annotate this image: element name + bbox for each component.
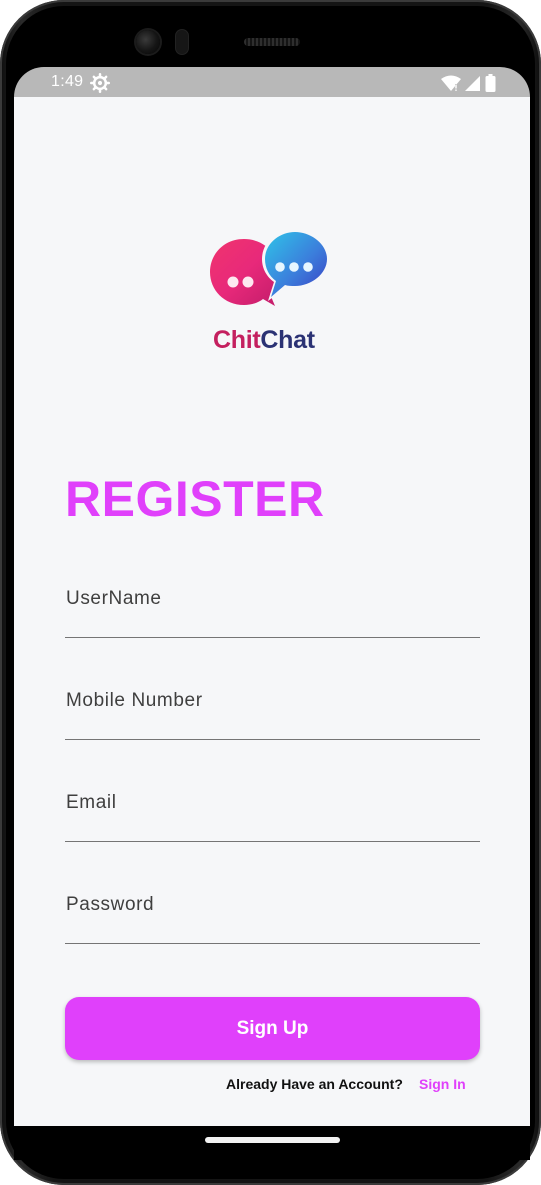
already-have-account-text: Already Have an Account?: [226, 1076, 403, 1092]
battery-icon: [485, 74, 496, 92]
earpiece-speaker: [244, 38, 300, 46]
username-underline: [65, 636, 480, 638]
password-underline: [65, 942, 480, 944]
status-bar: 1:49: [14, 67, 530, 98]
signal-icon: [465, 75, 480, 91]
wifi-icon: [441, 75, 461, 91]
mobile-number-field[interactable]: Mobile Number: [65, 690, 480, 740]
home-gesture-bar[interactable]: [205, 1137, 340, 1143]
settings-icon: [90, 73, 110, 93]
mobile-number-input[interactable]: [65, 690, 480, 740]
logo-wordmark: ChitChat: [213, 326, 315, 355]
email-field[interactable]: Email: [65, 792, 480, 842]
front-camera: [136, 30, 160, 54]
status-time: 1:49: [51, 73, 84, 90]
sign-in-link[interactable]: Sign In: [419, 1076, 466, 1092]
email-underline: [65, 840, 480, 842]
sign-up-button[interactable]: Sign Up: [65, 997, 480, 1060]
username-field[interactable]: UserName: [65, 588, 480, 638]
username-input[interactable]: [65, 588, 480, 638]
logo-text-chat: Chat: [260, 326, 315, 354]
mobile-number-underline: [65, 738, 480, 740]
page-title: REGISTER: [65, 471, 325, 527]
navigation-bar: [14, 1126, 530, 1160]
password-input[interactable]: [65, 894, 480, 944]
email-input[interactable]: [65, 792, 480, 842]
status-icons: [441, 74, 496, 92]
password-field[interactable]: Password: [65, 894, 480, 944]
logo-text-chit: Chit: [213, 326, 261, 354]
proximity-sensor: [176, 30, 188, 54]
